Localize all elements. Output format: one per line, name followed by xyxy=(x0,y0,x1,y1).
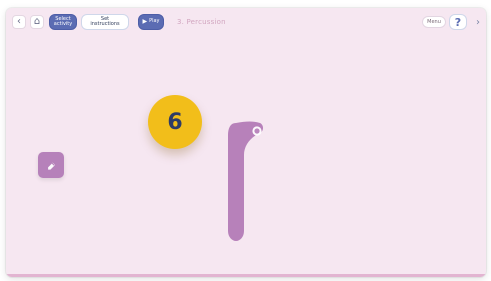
set-instructions-label: Set instructions xyxy=(90,15,120,27)
play-icon: ▶ xyxy=(142,17,148,25)
select-activity-button[interactable]: Select activity xyxy=(49,14,77,30)
trace-shape[interactable] xyxy=(220,119,270,245)
help-label: ? xyxy=(454,15,462,29)
eraser-icon xyxy=(48,162,56,170)
help-button[interactable]: ? xyxy=(449,14,467,30)
step-number: 6 xyxy=(167,109,183,135)
set-instructions-button[interactable]: Set instructions xyxy=(81,14,129,30)
play-button[interactable]: ▶ Play xyxy=(138,14,164,30)
select-activity-label: Select activity xyxy=(53,15,73,27)
activity-frame: ‹ ⌂ Select activity Set instructions ▶ P… xyxy=(6,8,486,277)
eraser-button[interactable] xyxy=(38,152,64,178)
top-toolbar: ‹ ⌂ Select activity Set instructions ▶ P… xyxy=(6,8,486,36)
menu-label: Menu xyxy=(427,19,441,25)
chevron-right-icon[interactable]: › xyxy=(473,16,483,28)
start-dot-inner xyxy=(254,128,260,134)
tracing-canvas[interactable]: 6 xyxy=(6,36,486,277)
trace-shape-svg xyxy=(228,121,263,241)
chevron-left-icon[interactable]: ‹ xyxy=(12,15,26,29)
home-icon[interactable]: ⌂ xyxy=(30,15,44,29)
play-label: Play xyxy=(149,18,160,25)
bottom-accent-bar xyxy=(6,274,486,277)
activity-title: 3. Percussion xyxy=(177,18,226,26)
step-badge: 6 xyxy=(148,95,202,149)
menu-button[interactable]: Menu xyxy=(422,16,446,28)
